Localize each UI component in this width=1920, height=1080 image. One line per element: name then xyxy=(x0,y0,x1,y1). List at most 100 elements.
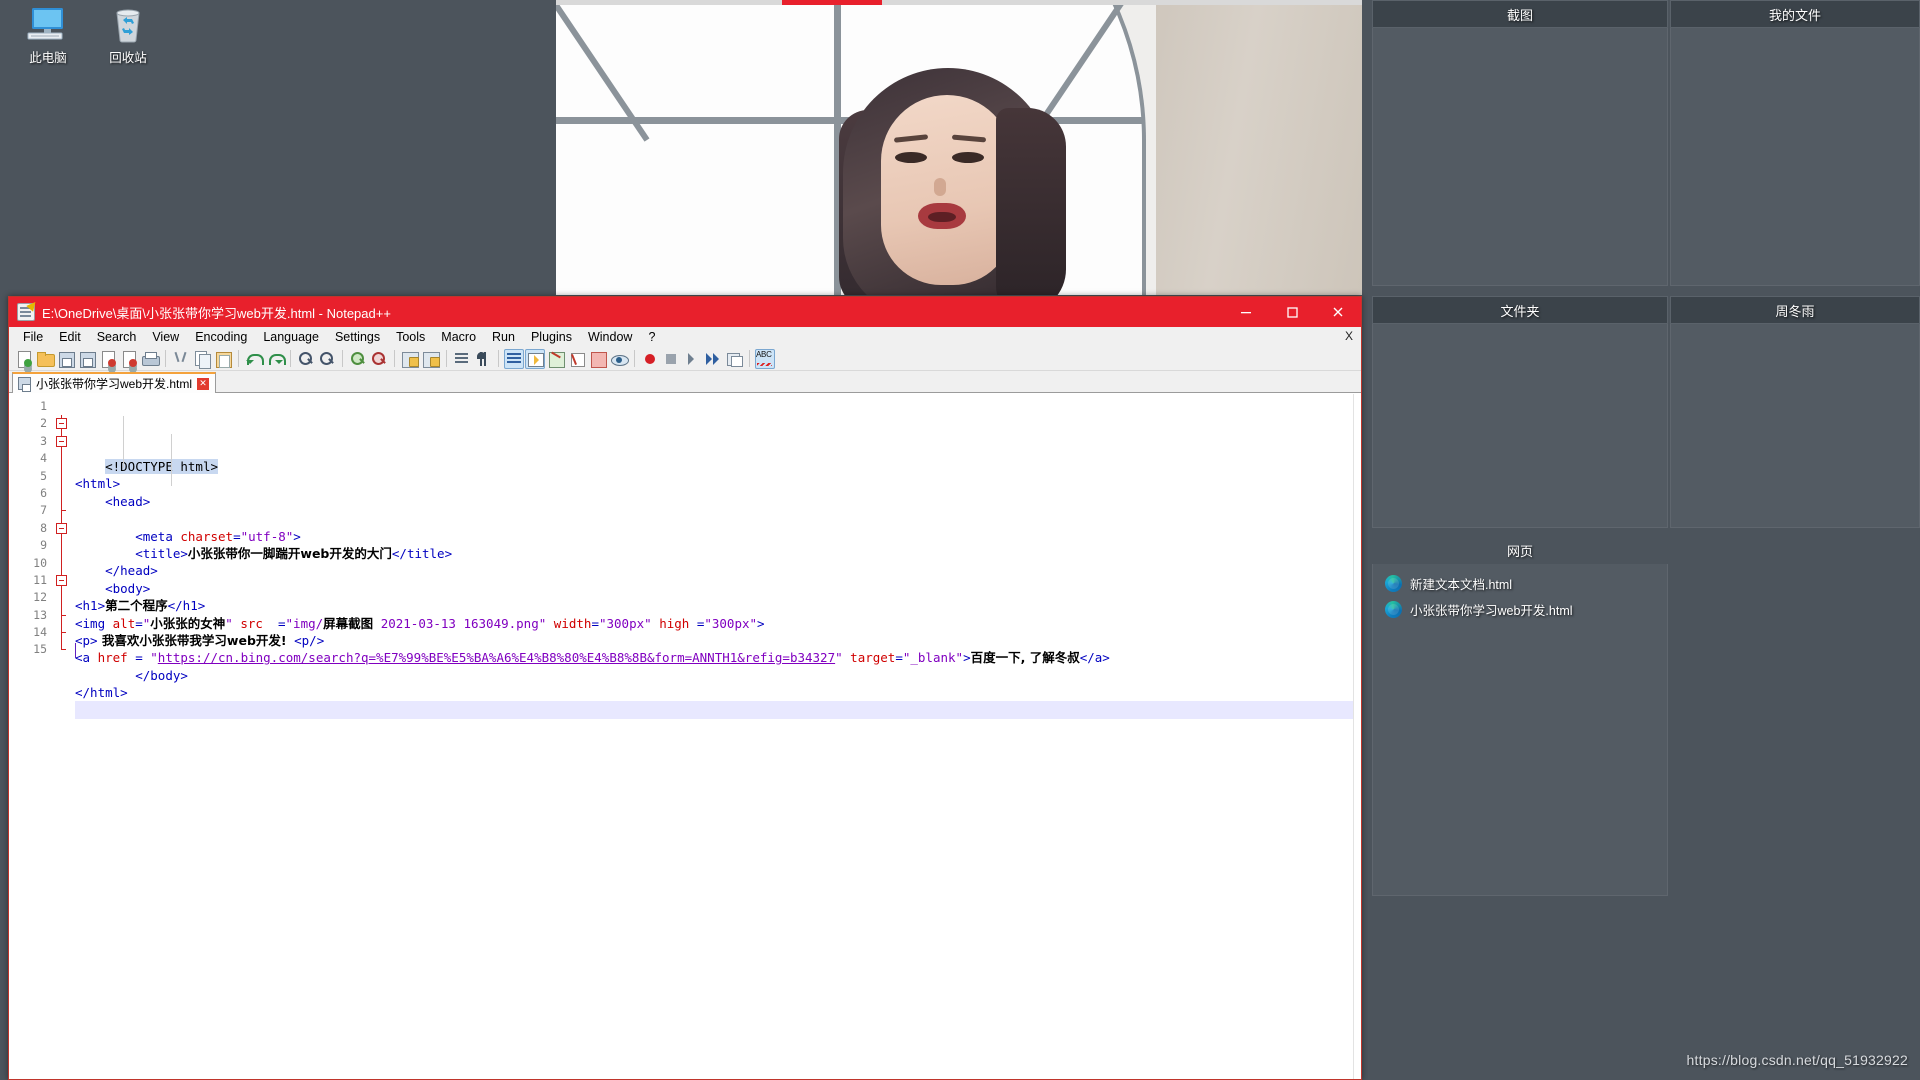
zoom-out-icon[interactable] xyxy=(369,349,389,369)
fence-body-zhou-dongyu[interactable] xyxy=(1670,324,1920,528)
fence-title-my-files[interactable]: 我的文件 xyxy=(1670,0,1920,28)
copy-icon[interactable] xyxy=(192,349,212,369)
menu-item-language[interactable]: Language xyxy=(255,327,327,347)
list-item[interactable]: 新建文本文档.html xyxy=(1373,570,1667,596)
fence-body-folders[interactable] xyxy=(1372,324,1668,528)
code-line[interactable]: <html> xyxy=(75,475,1361,492)
fold-collapse-icon[interactable] xyxy=(56,522,67,534)
zoom-in-icon[interactable] xyxy=(348,349,368,369)
code-line[interactable]: <a href = "https://cn.bing.com/search?q=… xyxy=(75,649,1361,666)
desktop-icon-recycle-bin[interactable]: 回收站 xyxy=(86,6,170,66)
maximize-button[interactable] xyxy=(1269,297,1315,327)
fence-title-screenshots[interactable]: 截图 xyxy=(1372,0,1668,28)
menu-item-help[interactable]: ? xyxy=(640,327,663,347)
menu-item-macro[interactable]: Macro xyxy=(433,327,484,347)
menu-item-run[interactable]: Run xyxy=(484,327,523,347)
code-line[interactable]: </body> xyxy=(75,667,1361,684)
fold-row[interactable] xyxy=(53,589,71,607)
find-icon[interactable] xyxy=(296,349,316,369)
cut-icon[interactable] xyxy=(171,349,191,369)
fold-row[interactable] xyxy=(53,432,71,451)
menu-item-window[interactable]: Window xyxy=(580,327,640,347)
desktop-icon-this-pc[interactable]: 此电脑 xyxy=(6,6,90,66)
start-recording-icon[interactable] xyxy=(640,349,660,369)
menu-item-search[interactable]: Search xyxy=(89,327,145,347)
menu-item-view[interactable]: View xyxy=(144,327,187,347)
code-line[interactable]: <img alt="小张张的女神" src ="img/屏幕截图 2021-03… xyxy=(75,615,1361,632)
close-file-icon[interactable] xyxy=(98,349,118,369)
menu-item-tools[interactable]: Tools xyxy=(388,327,433,347)
close-button[interactable] xyxy=(1315,297,1361,327)
undo-icon[interactable] xyxy=(244,349,264,369)
play-macro-icon[interactable] xyxy=(682,349,702,369)
indent-guideline-icon[interactable] xyxy=(504,348,524,369)
fence-title-zhou-dongyu[interactable]: 周冬雨 xyxy=(1670,296,1920,324)
code-editor[interactable]: 1 2 3 4 5 6 7 8 9 10 11 12 13 14 15 <!DOCTYPE html> <ht… xyxy=(9,393,1361,1079)
print-icon[interactable] xyxy=(140,349,160,369)
code-line[interactable]: <!DOCTYPE html> xyxy=(75,458,1361,475)
run-macro-multiple-icon[interactable] xyxy=(703,349,723,369)
code-line[interactable]: <title>小张张带你一脚踹开web开发的大门</title> xyxy=(75,545,1361,562)
fold-collapse-icon[interactable] xyxy=(56,574,67,586)
fold-row[interactable] xyxy=(53,484,71,503)
replace-icon[interactable] xyxy=(317,349,337,369)
save-all-icon[interactable] xyxy=(77,349,97,369)
code-line[interactable]: </head> xyxy=(75,562,1361,579)
sync-horizontal-icon[interactable] xyxy=(421,349,441,369)
function-list-icon[interactable] xyxy=(567,349,587,369)
fold-row[interactable] xyxy=(53,398,71,415)
menu-item-plugins[interactable]: Plugins xyxy=(523,327,580,347)
word-wrap-icon[interactable] xyxy=(452,349,472,369)
fold-collapse-icon[interactable] xyxy=(56,435,67,447)
list-item[interactable]: 小张张带你学习web开发.html xyxy=(1373,596,1667,622)
save-macro-icon[interactable] xyxy=(724,349,744,369)
open-file-icon[interactable] xyxy=(35,349,55,369)
fold-row[interactable] xyxy=(53,606,71,625)
menu-item-settings[interactable]: Settings xyxy=(327,327,388,347)
save-icon[interactable] xyxy=(56,349,76,369)
minimize-button[interactable] xyxy=(1223,297,1269,327)
code-line[interactable]: <p> 我喜欢小张张带我学习web开发! <p/> xyxy=(75,632,1361,649)
tab-close-icon[interactable]: ✕ xyxy=(197,377,210,390)
close-all-icon[interactable] xyxy=(119,349,139,369)
new-file-icon[interactable] xyxy=(14,349,34,369)
fold-row[interactable] xyxy=(53,450,71,468)
tab-current-document[interactable]: 小张张带你学习web开发.html ✕ xyxy=(12,372,217,393)
code-line[interactable]: <h1>第二个程序</h1> xyxy=(75,597,1361,614)
spell-check-icon[interactable] xyxy=(755,348,775,369)
fence-body-my-files[interactable] xyxy=(1670,28,1920,286)
user-defined-language-icon[interactable] xyxy=(525,348,545,369)
document-map-icon[interactable] xyxy=(546,349,566,369)
fold-row[interactable] xyxy=(53,502,71,520)
sync-vertical-icon[interactable] xyxy=(400,349,420,369)
paste-icon[interactable] xyxy=(213,349,233,369)
code-line[interactable] xyxy=(75,510,1361,527)
code-line[interactable]: </html> xyxy=(75,684,1361,701)
fold-row[interactable] xyxy=(53,467,71,485)
fold-row[interactable] xyxy=(53,571,71,590)
fence-body-screenshots[interactable] xyxy=(1372,28,1668,286)
fold-row[interactable] xyxy=(53,641,71,658)
code-line[interactable]: <body> xyxy=(75,580,1361,597)
fold-row[interactable] xyxy=(53,624,71,642)
fence-body-webpages[interactable]: 新建文本文档.html 小张张带你学习web开发.html xyxy=(1372,564,1668,896)
folder-as-workspace-icon[interactable] xyxy=(588,349,608,369)
menu-item-file[interactable]: File xyxy=(15,327,51,347)
code-text-area[interactable]: <!DOCTYPE html> <html> <head> <meta chars… xyxy=(71,394,1361,1079)
close-document-button[interactable]: X xyxy=(1345,329,1353,343)
code-line[interactable]: <head> xyxy=(75,493,1361,510)
stop-recording-icon[interactable] xyxy=(661,349,681,369)
code-line[interactable] xyxy=(75,701,1361,719)
fold-row[interactable] xyxy=(53,554,71,572)
fold-row[interactable] xyxy=(53,415,71,433)
title-bar[interactable]: E:\OneDrive\桌面\小张张带你学习web开发.html - Notep… xyxy=(9,297,1361,327)
fence-title-folders[interactable]: 文件夹 xyxy=(1372,296,1668,324)
redo-icon[interactable] xyxy=(265,349,286,369)
fold-collapse-icon[interactable] xyxy=(56,418,67,430)
code-folding-gutter[interactable] xyxy=(53,394,71,1079)
menu-item-encoding[interactable]: Encoding xyxy=(187,327,255,347)
fold-row[interactable] xyxy=(53,519,71,538)
code-line[interactable]: <meta charset="utf-8"> xyxy=(75,528,1361,545)
menu-item-edit[interactable]: Edit xyxy=(51,327,89,347)
show-all-characters-icon[interactable] xyxy=(473,349,493,369)
